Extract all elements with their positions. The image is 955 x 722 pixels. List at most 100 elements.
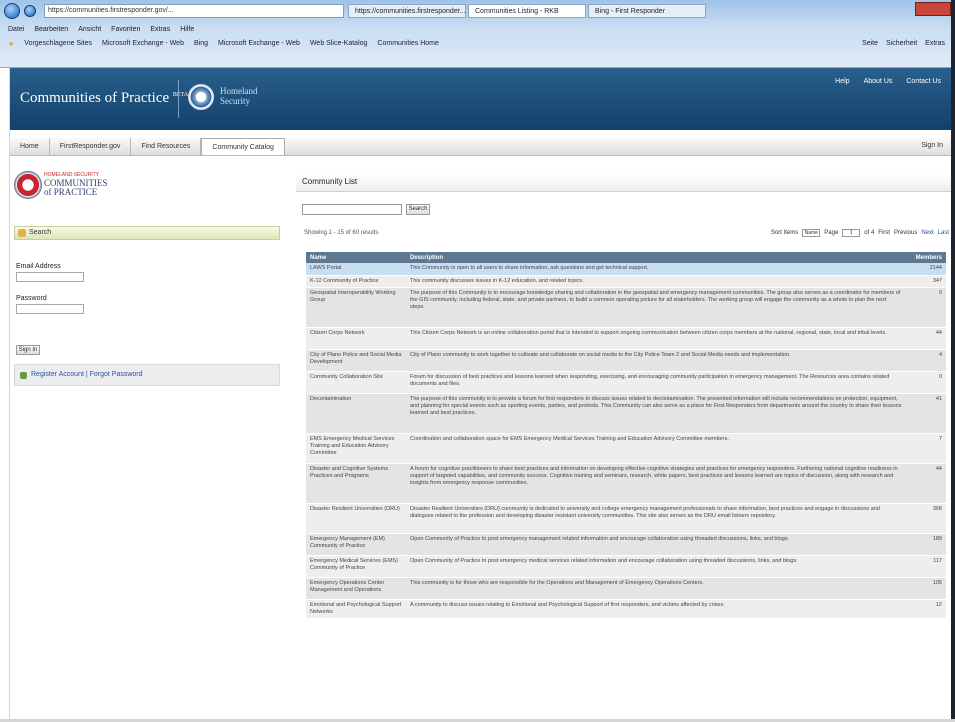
table-row[interactable]: Disaster Resilient Universities (DRU) Dis… [306, 503, 946, 534]
logo-wordmark: COMMUNITIES of PRACTICE [44, 179, 108, 197]
menu-item-tools[interactable]: Extras [150, 26, 170, 33]
site-nav: Home FirstResponder.gov Find Resources C… [10, 138, 955, 156]
browser-tab-active[interactable]: Communities Listing - RKB [468, 4, 586, 18]
member-count: 7 [906, 433, 946, 464]
page-label: Page [824, 230, 839, 236]
community-name-link[interactable]: Emergency Medical Services (EMS) Communi… [306, 555, 406, 578]
sidebar-search-header[interactable]: Search [14, 226, 280, 240]
close-window-button[interactable] [915, 2, 951, 16]
email-label: Email Address [16, 263, 61, 270]
password-label: Password [16, 295, 47, 302]
table-row[interactable]: City of Plano Police and Social Media De… [306, 349, 946, 372]
browser-tab[interactable]: Bing - First Responder [588, 4, 706, 18]
sign-in-button[interactable]: Sign In [16, 345, 40, 355]
cop-seal-icon [14, 171, 42, 199]
menu-item-view[interactable]: Ansicht [78, 26, 101, 33]
last-page-link[interactable]: Last [938, 230, 949, 236]
column-header-description[interactable]: Description [406, 252, 906, 263]
tab-find-resources[interactable]: Find Resources [131, 138, 202, 155]
table-row[interactable]: Geospatial Interoperability Working Grou… [306, 287, 946, 328]
community-name-link[interactable]: Disaster Resilient Universities (DRU) [306, 503, 406, 534]
community-description: This Citizen Corps Network is an online … [406, 327, 906, 350]
table-row[interactable]: Decontamination The purpose of this commu… [306, 393, 946, 434]
table-row[interactable]: Emergency Management (EM) Community of P… [306, 533, 946, 556]
community-name-link[interactable]: Emergency Operations Center Management a… [306, 577, 406, 600]
cop-logo[interactable]: HOMELAND SECURITY COMMUNITIES of PRACTIC… [14, 168, 134, 210]
community-name-link[interactable]: Decontamination [306, 393, 406, 434]
address-bar[interactable]: https://communities.firstresponder.gov/.… [44, 4, 344, 18]
table-row[interactable]: LAWS Portal This Community is open to all… [306, 263, 946, 276]
first-page-link[interactable]: First [878, 230, 890, 236]
member-count: 41 [906, 393, 946, 434]
forward-button[interactable] [24, 5, 36, 17]
dhs-wordmark-line: Security [220, 96, 250, 106]
menu-item-favorites[interactable]: Favoriten [111, 26, 140, 33]
sign-in-link[interactable]: Sign In [921, 142, 943, 149]
about-link[interactable]: About Us [864, 78, 893, 85]
member-count: 2144 [906, 263, 946, 276]
prev-page-link[interactable]: Previous [894, 230, 917, 236]
menu-item-file[interactable]: Datei [8, 26, 24, 33]
community-description: This community is for those who are resp… [406, 577, 906, 600]
member-count: 0 [906, 287, 946, 328]
column-header-members[interactable]: Members [906, 252, 946, 263]
favorite-link[interactable]: Communities Home [377, 40, 438, 48]
community-name-link[interactable]: Disaster and Cognitive Systems Practices… [306, 463, 406, 504]
safety-menu[interactable]: Sicherheit [886, 40, 917, 47]
menu-item-edit[interactable]: Bearbeiten [34, 26, 68, 33]
community-name-link[interactable]: City of Plano Police and Social Media De… [306, 349, 406, 372]
table-row[interactable]: Community Collaboration Site Forum for di… [306, 371, 946, 394]
logo-line: of PRACTICE [44, 187, 98, 197]
community-name-link[interactable]: EMS Emergency Medical Services Training … [306, 433, 406, 464]
contact-link[interactable]: Contact Us [906, 78, 941, 85]
community-name-link[interactable]: Community Collaboration Site [306, 371, 406, 394]
email-field[interactable] [16, 272, 84, 282]
member-count: 105 [906, 577, 946, 600]
table-row[interactable]: K-12 Community of Practice This community… [306, 275, 946, 288]
community-name-link[interactable]: LAWS Portal [306, 263, 406, 276]
site-header: Communities of Practice BETA Homeland Se… [10, 68, 955, 130]
community-description: Coordination and collaboration space for… [406, 433, 906, 464]
table-row[interactable]: Emergency Medical Services (EMS) Communi… [306, 555, 946, 578]
community-description: Forum for discussion of best practices a… [406, 371, 906, 394]
table-row[interactable]: Citizen Corps Network This Citizen Corps … [306, 327, 946, 350]
favorite-link[interactable]: Microsoft Exchange - Web [218, 40, 300, 48]
community-search-button[interactable]: Search [406, 204, 430, 215]
favorite-link[interactable]: Bing [194, 40, 208, 48]
help-link[interactable]: Help [835, 78, 849, 85]
favorites-star-icon[interactable]: ★ [8, 40, 14, 48]
table-row[interactable]: EMS Emergency Medical Services Training … [306, 433, 946, 464]
account-links[interactable]: Register Account | Forgot Password [14, 364, 280, 386]
table-row[interactable]: Emotional and Psychological Support Netw… [306, 599, 946, 620]
password-field[interactable] [16, 304, 84, 314]
page-menu[interactable]: Seite [862, 40, 878, 47]
sort-select[interactable]: Name [802, 229, 821, 237]
community-name-link[interactable]: K-12 Community of Practice [306, 275, 406, 288]
menu-item-help[interactable]: Hilfe [180, 26, 194, 33]
table-row[interactable]: Emergency Operations Center Management a… [306, 577, 946, 600]
browser-tab[interactable]: https://communities.firstresponder... [348, 4, 466, 18]
tab-firstresponder[interactable]: FirstResponder.gov [50, 138, 132, 155]
tab-community-catalog[interactable]: Community Catalog [201, 138, 285, 155]
community-name-link[interactable]: Emotional and Psychological Support Netw… [306, 599, 406, 620]
tab-home[interactable]: Home [10, 138, 50, 155]
page-select[interactable]: 1 [842, 229, 861, 237]
favorite-link[interactable]: Microsoft Exchange - Web [102, 40, 184, 48]
community-table: Name Description Members LAWS Portal This… [306, 252, 946, 620]
community-search-input[interactable] [302, 204, 402, 215]
community-name-link[interactable]: Emergency Management (EM) Community of P… [306, 533, 406, 556]
tools-menu[interactable]: Extras [925, 40, 945, 47]
community-name-link[interactable]: Geospatial Interoperability Working Grou… [306, 287, 406, 328]
member-count: 4 [906, 349, 946, 372]
member-count: 44 [906, 327, 946, 350]
community-name-link[interactable]: Citizen Corps Network [306, 327, 406, 350]
table-row[interactable]: Disaster and Cognitive Systems Practices… [306, 463, 946, 504]
favorite-link[interactable]: Web Slice-Katalog [310, 40, 367, 48]
favorite-link[interactable]: Vorgeschlagene Sites [24, 40, 92, 48]
back-button[interactable] [4, 3, 20, 19]
page-title: Community List [296, 174, 951, 192]
column-header-name[interactable]: Name [306, 252, 406, 263]
next-page-link[interactable]: Next [921, 230, 933, 236]
site-title[interactable]: Communities of Practice BETA [20, 90, 188, 107]
browser-toolbar: Seite Sicherheit Extras [862, 40, 945, 47]
